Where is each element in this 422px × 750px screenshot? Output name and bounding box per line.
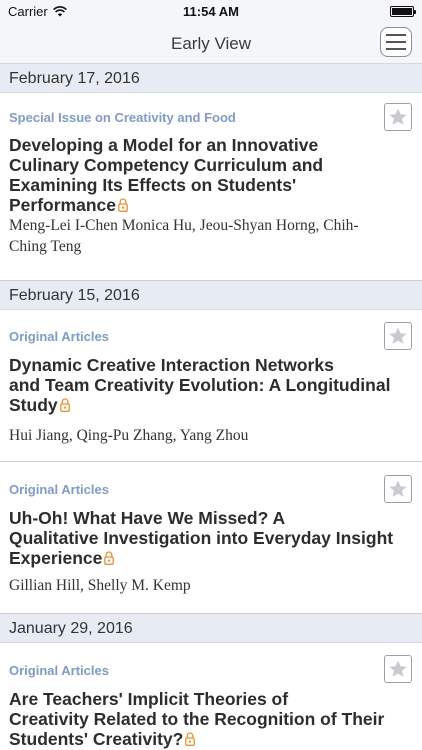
star-icon: [389, 660, 407, 677]
article-item[interactable]: Original Articles Uh-Oh! What Have We Mi…: [0, 462, 422, 614]
section-header-date: February 15, 2016: [0, 281, 422, 310]
article-category: Original Articles: [9, 482, 109, 497]
article-title[interactable]: Uh-Oh! What Have We Missed? A Qualitativ…: [9, 508, 409, 568]
hamburger-icon-line: [386, 34, 406, 36]
article-authors-line: Ching Teng: [9, 238, 82, 255]
article-item[interactable]: Special Issue on Creativity and Food Dev…: [0, 93, 422, 281]
article-title[interactable]: Are Teachers' Implicit Theories of Creat…: [9, 689, 409, 749]
status-bar: Carrier 11:54 AM: [0, 0, 422, 22]
article-authors: Gillian Hill, Shelly M. Kemp: [9, 575, 409, 596]
menu-button[interactable]: [380, 27, 412, 57]
star-icon: [389, 327, 407, 344]
open-access-lock-icon: [104, 551, 115, 565]
article-title-line: and Team Creativity Evolution: A Longitu…: [9, 375, 391, 395]
article-title-line: Experience: [9, 548, 103, 568]
article-category: Original Articles: [9, 663, 109, 678]
favorite-star-button[interactable]: [384, 655, 412, 683]
hamburger-icon-line: [386, 41, 406, 43]
battery-icon: [390, 6, 416, 17]
article-item[interactable]: Original Articles Are Teachers' Implicit…: [0, 643, 422, 750]
open-access-lock-icon: [185, 732, 196, 746]
article-category: Special Issue on Creativity and Food: [9, 110, 236, 125]
article-title-line: Developing a Model for an Innovative: [9, 135, 319, 155]
article-title-line: Dynamic Creative Interaction Networks: [9, 355, 334, 375]
favorite-star-button[interactable]: [384, 475, 412, 503]
article-title-line: Performance: [9, 195, 116, 215]
article-list[interactable]: February 17, 2016 Special Issue on Creat…: [0, 64, 422, 750]
star-icon: [389, 480, 407, 497]
section-header-date: January 29, 2016: [0, 614, 422, 643]
favorite-star-button[interactable]: [384, 322, 412, 350]
article-title-line: Creativity Related to the Recognition of…: [9, 709, 385, 729]
article-title-line: Culinary Competency Curriculum and: [9, 155, 324, 175]
article-title-line: Students' Creativity?: [9, 729, 184, 749]
article-authors-line: Gillian Hill, Shelly M. Kemp: [9, 577, 191, 594]
article-authors: Hui Jiang, Qing-Pu Zhang, Yang Zhou: [9, 425, 409, 446]
article-authors-line: Hui Jiang, Qing-Pu Zhang, Yang Zhou: [9, 427, 249, 444]
open-access-lock-icon: [59, 398, 70, 412]
section-header-date: February 17, 2016: [0, 64, 422, 93]
article-title-line: Are Teachers' Implicit Theories of: [9, 689, 289, 709]
navigation-bar: Early View: [0, 22, 422, 64]
article-title[interactable]: Dynamic Creative Interaction Networks an…: [9, 355, 409, 415]
article-title-line: Examining Its Effects on Students': [9, 175, 297, 195]
status-time: 11:54 AM: [183, 4, 239, 19]
article-title-line: Uh-Oh! What Have We Missed? A: [9, 508, 286, 528]
favorite-star-button[interactable]: [384, 103, 412, 131]
article-title-line: Study: [9, 395, 58, 415]
star-icon: [389, 108, 407, 125]
article-category: Original Articles: [9, 329, 109, 344]
article-authors-line: Meng-Lei I-Chen Monica Hu, Jeou-Shyan Ho…: [9, 217, 359, 234]
battery-indicator: [390, 5, 416, 20]
article-authors: Meng-Lei I-Chen Monica Hu, Jeou-Shyan Ho…: [9, 215, 409, 257]
page-title: Early View: [171, 34, 251, 53]
article-title-line: Qualitative Investigation into Everyday …: [9, 528, 394, 548]
article-item[interactable]: Original Articles Dynamic Creative Inter…: [0, 310, 422, 462]
open-access-lock-icon: [118, 198, 128, 212]
article-title[interactable]: Developing a Model for an Innovative Cul…: [9, 135, 409, 215]
hamburger-icon-line: [386, 48, 406, 50]
